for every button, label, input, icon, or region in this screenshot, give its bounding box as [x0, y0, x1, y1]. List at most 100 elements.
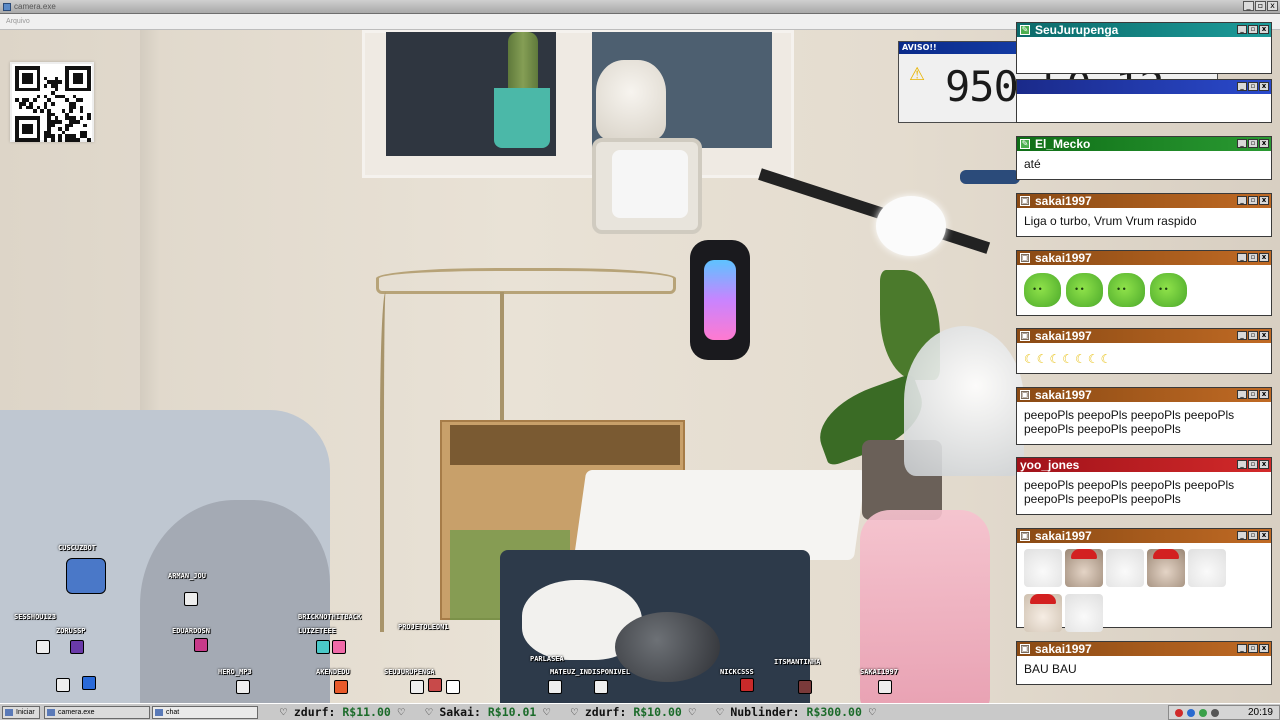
minimize-button[interactable]: _	[1237, 331, 1247, 340]
plant-pot	[494, 88, 550, 148]
minimize-button[interactable]: _	[1237, 253, 1247, 262]
maximize-button[interactable]: ▫	[1248, 139, 1258, 148]
maximize-button[interactable]: ▫	[1248, 390, 1258, 399]
qr-module	[79, 80, 84, 84]
donation-amount: R$10.01	[487, 705, 537, 719]
close-button[interactable]: x	[1259, 25, 1269, 34]
minimize-button[interactable]: _	[1243, 1, 1254, 11]
close-button[interactable]: x	[1259, 390, 1269, 399]
qr-module	[76, 138, 80, 142]
chat-message: ✎ SeuJurupenga _ ▫ x	[1016, 22, 1272, 74]
close-button[interactable]: x	[1259, 139, 1269, 148]
chat-username: SeuJurupenga	[1035, 23, 1119, 37]
maximize-button[interactable]: ▫	[1248, 331, 1258, 340]
green-blob-emote	[1108, 273, 1145, 307]
viewer-sprite	[36, 640, 50, 654]
qr-module	[76, 120, 80, 124]
viewer-sprite	[184, 592, 198, 606]
heart-icon: ♡	[570, 705, 578, 719]
chicken-emote	[1106, 549, 1144, 587]
cloth	[573, 470, 867, 560]
window-icon	[47, 709, 55, 716]
viewer-name: NICKCSSS	[720, 668, 754, 676]
task-chat[interactable]: chat	[152, 706, 258, 719]
app-tray-icon[interactable]	[1199, 709, 1207, 717]
green-blob-emote	[1150, 273, 1187, 307]
viewer-name: ZORUSSP	[56, 627, 86, 635]
heart-icon: ♡	[280, 705, 287, 719]
menu-arquivo[interactable]: Arquivo	[6, 18, 30, 25]
minimize-button[interactable]: _	[1237, 460, 1247, 469]
computer-mouse	[615, 612, 720, 682]
heart-icon: ♡	[688, 705, 696, 719]
gift-icon: ▣	[1020, 644, 1030, 654]
window-title: camera.exe	[14, 2, 56, 11]
close-button[interactable]: x	[1259, 253, 1269, 262]
network-icon[interactable]	[1187, 709, 1195, 717]
close-button[interactable]: x	[1259, 531, 1269, 540]
heart-icon: ♡	[425, 705, 433, 719]
qr-module	[29, 130, 33, 135]
tv-screen	[612, 150, 688, 218]
viewer-sprite	[798, 680, 812, 694]
close-button[interactable]: x	[1267, 1, 1278, 11]
maximize-button[interactable]: ▫	[1248, 531, 1258, 540]
qr-module	[87, 87, 91, 92]
minimize-button[interactable]: _	[1237, 82, 1247, 91]
donor-name: Nublinder:	[730, 705, 800, 719]
minimize-button[interactable]: _	[1237, 139, 1247, 148]
qr-module	[58, 138, 62, 142]
minimize-button[interactable]: _	[1237, 390, 1247, 399]
orchid-flower	[876, 196, 946, 256]
maximize-button[interactable]: ▫	[1248, 82, 1258, 91]
banana-emote: ☾	[1062, 352, 1074, 366]
taskbar: Iniciar camera.exe chat ♡ zdurf: R$11.00…	[0, 703, 1280, 720]
close-button[interactable]: x	[1259, 644, 1269, 653]
close-button[interactable]: x	[1259, 82, 1269, 91]
close-button[interactable]: x	[1259, 460, 1269, 469]
lamp	[596, 60, 666, 140]
qr-module	[40, 109, 44, 113]
maximize-button[interactable]: ▫	[1248, 644, 1258, 653]
donor-name: zdurf:	[293, 705, 336, 719]
viewer-name: CUSCUZBOT	[58, 544, 96, 552]
chat-message: yoo_jones _ ▫ x peepoPls peepoPls peepoPls…	[1016, 457, 1272, 515]
chat-message: ▣ sakai1997 _ ▫ x BAU BAU	[1016, 641, 1272, 685]
heart-icon: ♡	[868, 705, 876, 719]
webcam	[960, 170, 1020, 184]
console-table	[376, 268, 676, 294]
volume-icon[interactable]	[1211, 709, 1219, 717]
viewer-name: HERO_MP3	[218, 668, 252, 676]
minimize-button[interactable]: _	[1237, 196, 1247, 205]
qr-code[interactable]	[10, 62, 94, 142]
minimize-button[interactable]: _	[1237, 25, 1247, 34]
minimize-button[interactable]: _	[1237, 531, 1247, 540]
chat-text: BAU BAU	[1024, 662, 1077, 676]
record-icon[interactable]	[1175, 709, 1183, 717]
chicken-emote	[1188, 549, 1226, 587]
qr-module	[65, 127, 69, 131]
task-camera[interactable]: camera.exe	[44, 706, 150, 719]
santa-hamster-emote	[1147, 549, 1185, 587]
qr-module	[51, 123, 55, 128]
green-blob-emote	[1066, 273, 1103, 307]
donation-amount: R$300.00	[806, 705, 862, 719]
chat-username: El_Mecko	[1035, 137, 1091, 151]
santa-hamster-emote	[1024, 594, 1062, 632]
viewer-sprite	[82, 676, 96, 690]
maximize-button[interactable]: ▫	[1248, 253, 1258, 262]
maximize-button[interactable]: ▫	[1248, 25, 1258, 34]
chat-username: yoo_jones	[1020, 458, 1080, 472]
gift-icon: ▣	[1020, 253, 1030, 263]
close-button[interactable]: x	[1259, 196, 1269, 205]
close-button[interactable]: x	[1259, 331, 1269, 340]
maximize-button[interactable]: ▫	[1248, 460, 1258, 469]
donor-name: Sakai:	[439, 705, 481, 719]
banana-emote: ☾	[1049, 352, 1061, 366]
maximize-button[interactable]: ▫	[1248, 196, 1258, 205]
start-button[interactable]: Iniciar	[2, 706, 40, 719]
maximize-button[interactable]: ▫	[1255, 1, 1266, 11]
viewer-sprite	[66, 558, 106, 594]
viewer-sprite	[548, 680, 562, 694]
minimize-button[interactable]: _	[1237, 644, 1247, 653]
